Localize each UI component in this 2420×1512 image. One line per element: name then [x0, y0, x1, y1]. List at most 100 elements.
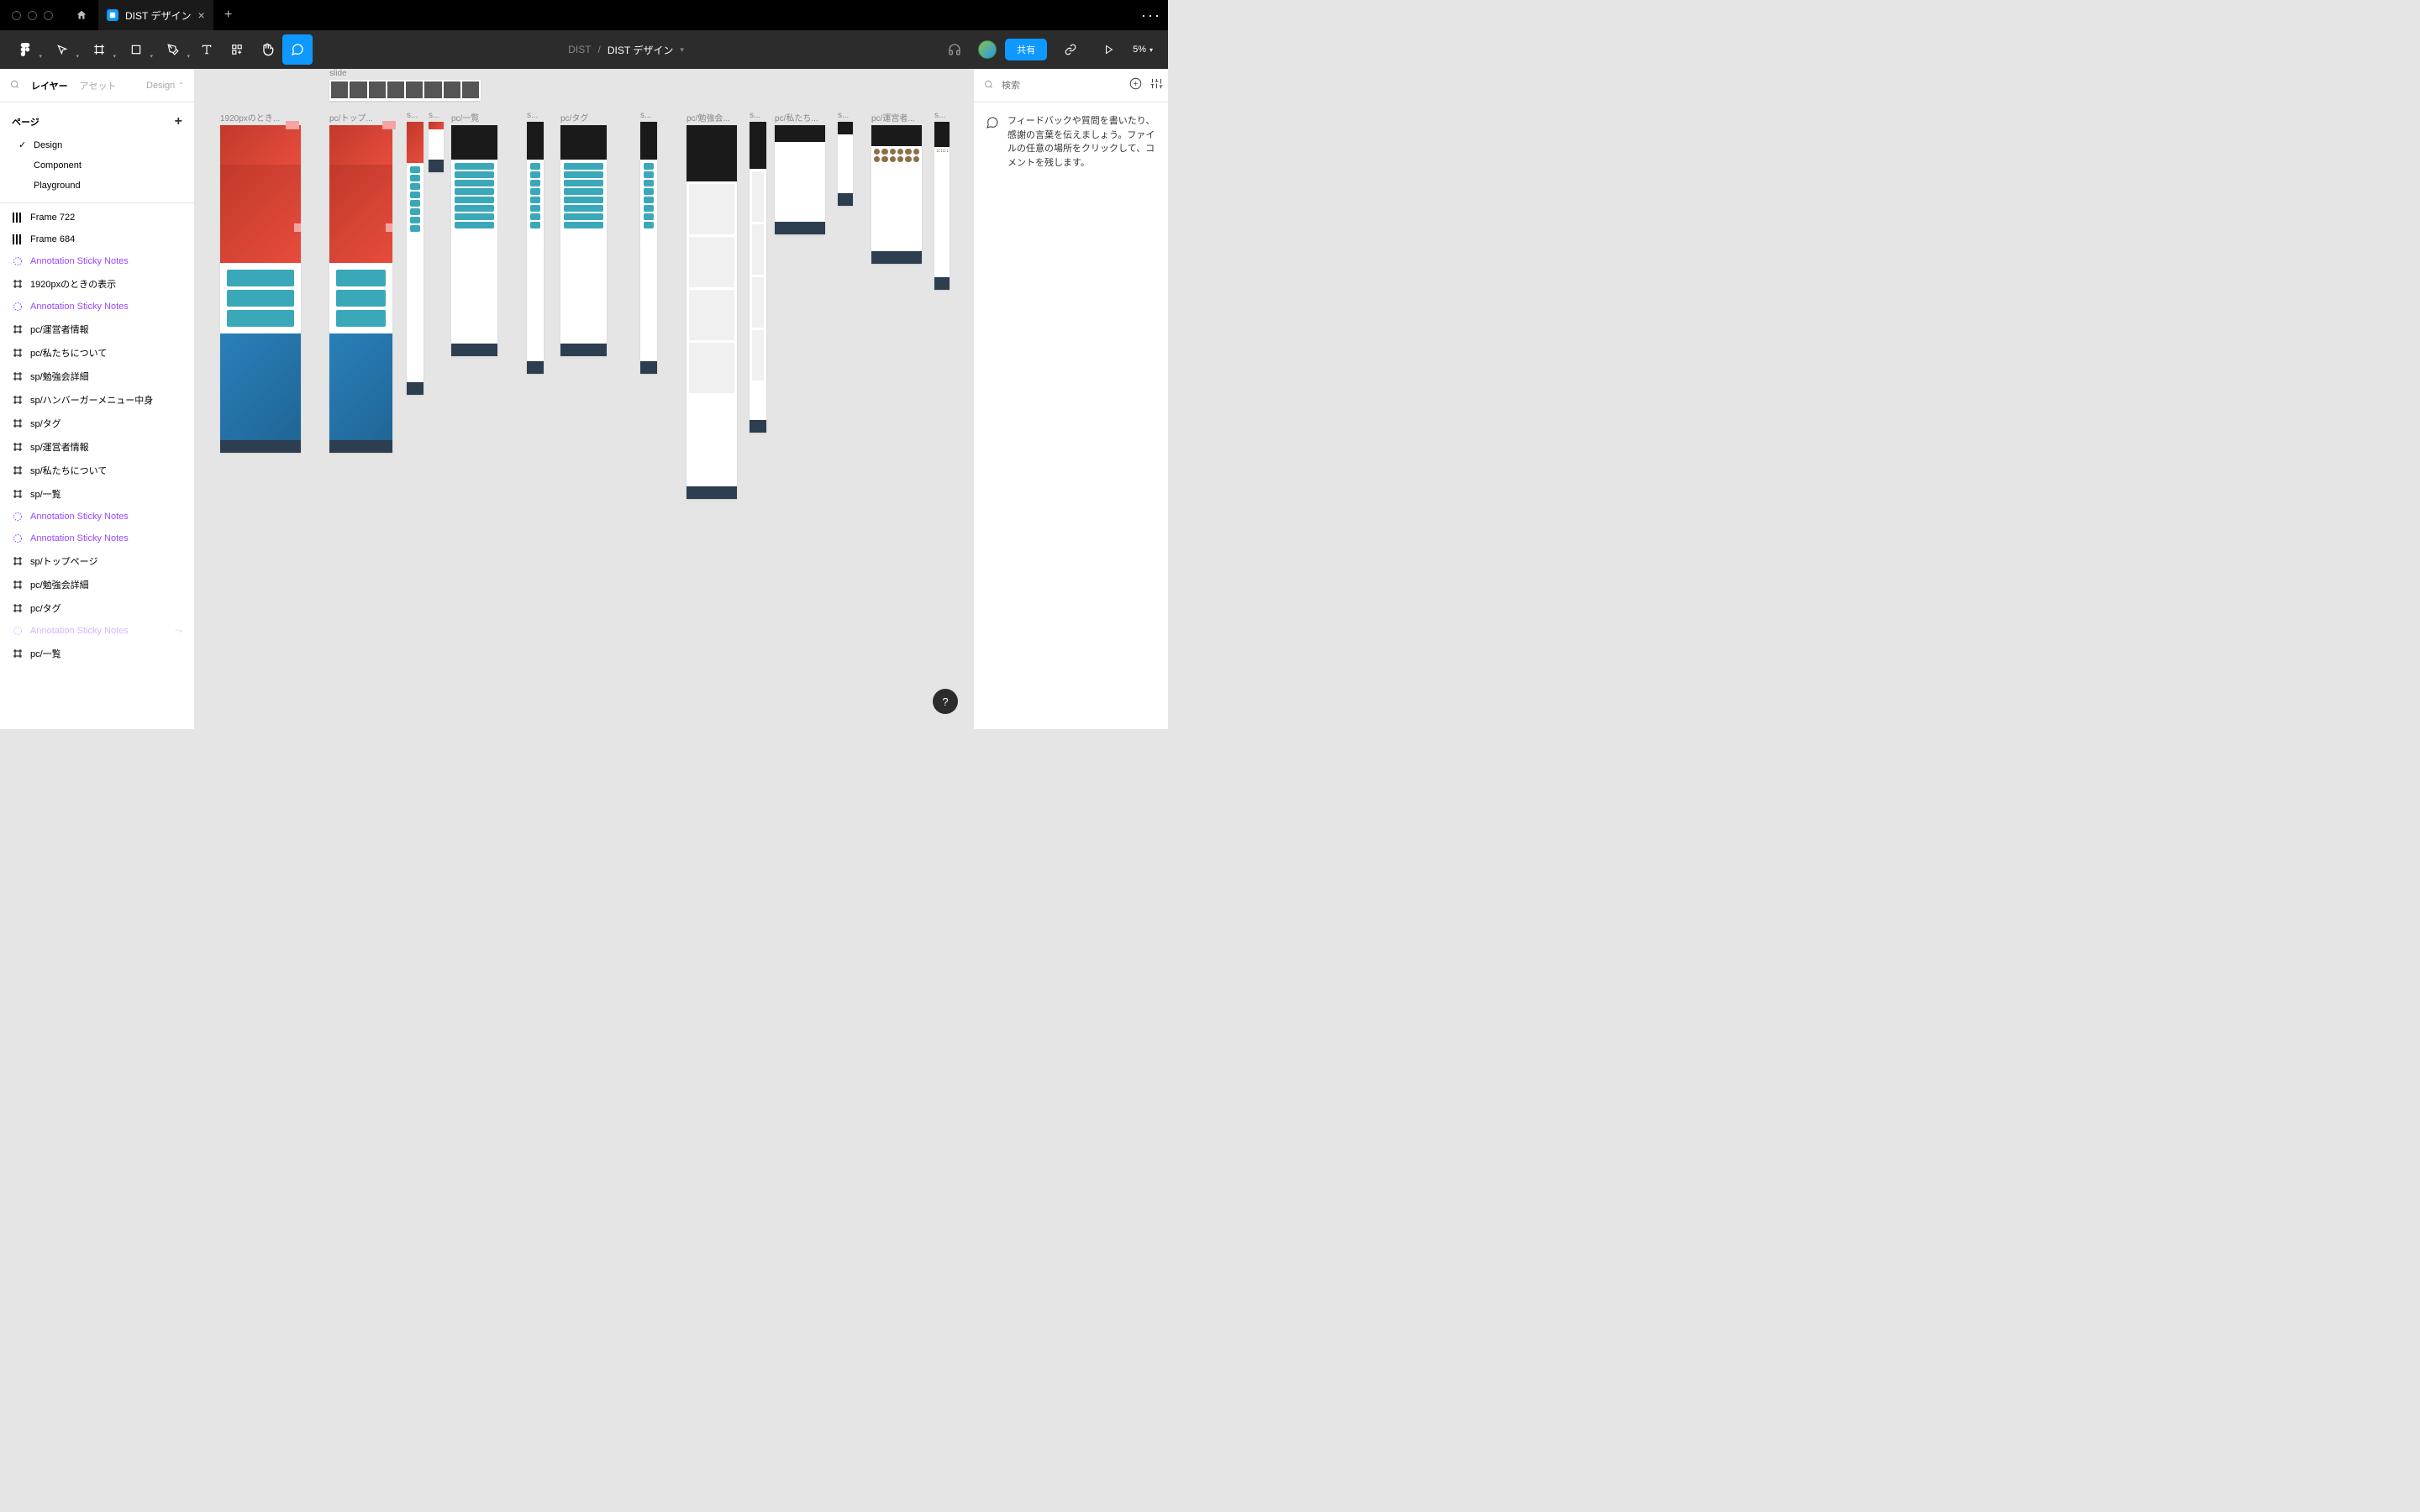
layer-item[interactable]: sp/私たちについて [0, 459, 194, 482]
layer-name: pc/勉強会詳細 [30, 578, 89, 591]
move-tool-button[interactable]: ▾ [44, 34, 81, 65]
layer-item[interactable]: pc/運営者情報 [0, 318, 194, 341]
canvas-frame[interactable]: s... [407, 111, 424, 395]
user-avatar[interactable] [978, 40, 997, 59]
project-name[interactable]: DIST [568, 44, 591, 55]
chevron-down-icon: ▾ [187, 53, 190, 60]
sticky-note[interactable] [382, 121, 396, 129]
layer-name: pc/一覧 [30, 647, 61, 660]
hash-icon [12, 417, 24, 429]
present-button[interactable] [1094, 34, 1124, 65]
canvas-frame[interactable]: pc/一覧 [451, 111, 497, 356]
canvas-frame[interactable]: s... [429, 111, 444, 172]
home-tab[interactable] [65, 0, 98, 30]
close-tab-button[interactable]: × [197, 8, 204, 22]
canvas-frame[interactable]: s... [640, 111, 657, 374]
help-button[interactable]: ? [933, 689, 958, 714]
sticky-icon [12, 255, 24, 267]
traffic-light-zoom[interactable] [44, 11, 53, 20]
tab-layers[interactable]: レイヤー [31, 79, 68, 92]
layer-item[interactable]: sp/一覧 [0, 482, 194, 506]
share-button[interactable]: 共有 [1005, 39, 1047, 60]
canvas-frame[interactable]: s... [838, 111, 853, 206]
canvas-frame[interactable]: pc/勉強会... [687, 111, 737, 499]
layer-name: sp/ハンバーガーメニュー中身 [30, 393, 153, 407]
layer-item[interactable]: Annotation Sticky Notes [0, 296, 194, 318]
grid-icon [12, 212, 24, 223]
text-tool-button[interactable] [192, 34, 222, 65]
hash-icon [12, 579, 24, 591]
layer-item[interactable]: pc/私たちについて [0, 341, 194, 365]
file-name[interactable]: DIST デザイン [608, 43, 673, 57]
search-icon[interactable] [10, 78, 19, 93]
layer-item[interactable]: sp/トップページ [0, 549, 194, 573]
canvas[interactable]: slide 1920pxのとき... pc/トップ... s... s... pc/一覧… [195, 69, 973, 729]
canvas-frame[interactable]: pc/トップ... [329, 111, 392, 453]
add-page-button[interactable]: + [175, 114, 182, 129]
layer-name: Annotation Sticky Notes [30, 626, 129, 636]
canvas-frame[interactable]: pc/運営者... [871, 111, 922, 264]
hand-tool-button[interactable] [252, 34, 282, 65]
zoom-level[interactable]: 5% ▾ [1133, 45, 1153, 55]
canvas-frame[interactable]: s... [750, 111, 766, 433]
layer-name: sp/運営者情報 [30, 440, 89, 454]
chevron-down-icon[interactable]: ▾ [680, 45, 684, 55]
new-tab-button[interactable]: + [213, 8, 244, 23]
pen-tool-button[interactable]: ▾ [155, 34, 192, 65]
layer-item[interactable]: Annotation Sticky Notes [0, 506, 194, 528]
page-item[interactable]: Component [0, 155, 194, 176]
canvas-frame[interactable]: 1920pxのとき... [220, 111, 301, 453]
canvas-frame[interactable]: pc/私たち... [775, 111, 825, 234]
layer-item[interactable]: sp/ハンバーガーメニュー中身 [0, 388, 194, 412]
comment-tool-button[interactable] [282, 34, 313, 65]
canvas-frame[interactable]: s... [934, 111, 950, 290]
settings-icon[interactable] [1150, 77, 1163, 94]
layer-name: sp/私たちについて [30, 464, 107, 477]
shape-tool-button[interactable]: ▾ [118, 34, 155, 65]
canvas-frame[interactable]: pc/タグ [560, 111, 607, 356]
layer-name: Annotation Sticky Notes [30, 302, 129, 312]
layer-item[interactable]: sp/勉強会詳細 [0, 365, 194, 388]
tab-design[interactable]: Design ⌃ [146, 81, 184, 91]
headphones-icon[interactable] [939, 34, 970, 65]
sticky-note[interactable] [286, 121, 299, 129]
file-tab[interactable]: DIST デザイン × [98, 0, 213, 30]
frame-label: s... [429, 111, 444, 120]
layer-item[interactable]: pc/タグ [0, 596, 194, 620]
resources-tool-button[interactable] [222, 34, 252, 65]
layer-item[interactable]: Frame 722 [0, 207, 194, 228]
dev-mode-icon[interactable] [1055, 34, 1086, 65]
layer-item[interactable]: Annotation Sticky Notes ⤳ [0, 620, 194, 642]
layer-item[interactable]: sp/タグ [0, 412, 194, 435]
sticky-icon [12, 511, 24, 522]
frame-label: pc/運営者... [871, 111, 922, 123]
tab-assets[interactable]: アセット [80, 79, 117, 92]
page-name: Component [34, 160, 82, 171]
layer-item[interactable]: Frame 684 [0, 228, 194, 250]
comment-search-input[interactable] [1002, 81, 1121, 91]
layer-name: Annotation Sticky Notes [30, 533, 129, 543]
page-item[interactable]: Playground [0, 176, 194, 196]
frame-label: pc/一覧 [451, 111, 497, 123]
chevron-down-icon: ▾ [76, 53, 79, 60]
layer-item[interactable]: pc/一覧 [0, 642, 194, 665]
canvas-frame-slide[interactable]: slide [329, 69, 481, 101]
traffic-light-close[interactable] [12, 11, 21, 20]
canvas-frame[interactable]: s... [527, 111, 544, 374]
main-menu-button[interactable]: ▾ [7, 34, 44, 65]
layer-item[interactable]: 1920pxのときの表示 [0, 272, 194, 296]
traffic-light-minimize[interactable] [28, 11, 37, 20]
frame-tool-button[interactable]: ▾ [81, 34, 118, 65]
layer-item[interactable]: Annotation Sticky Notes [0, 528, 194, 549]
layer-item[interactable]: sp/運営者情報 [0, 435, 194, 459]
layer-name: 1920pxのときの表示 [30, 277, 116, 291]
chevron-down-icon: ⌃ [178, 81, 184, 89]
layer-item[interactable]: Annotation Sticky Notes [0, 250, 194, 272]
layer-item[interactable]: pc/勉強会詳細 [0, 573, 194, 596]
page-item[interactable]: ✓Design [0, 134, 194, 155]
pages-header-label: ページ [12, 115, 39, 129]
flow-icon: ⤳ [175, 626, 182, 637]
overflow-menu-icon[interactable]: ··· [1134, 7, 1168, 24]
layer-name: pc/タグ [30, 601, 61, 615]
filter-icon[interactable] [1129, 77, 1142, 94]
